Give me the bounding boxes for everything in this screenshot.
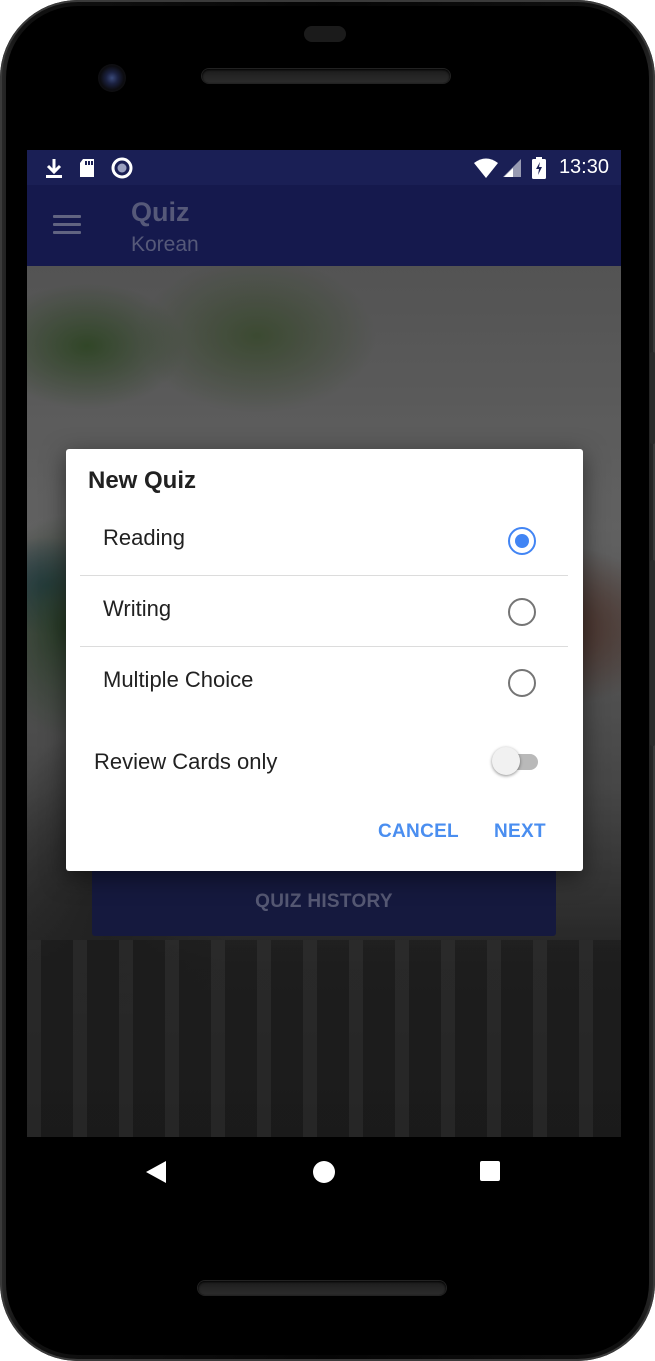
review-cards-label: Review Cards only <box>94 749 278 774</box>
switch-thumb <box>492 747 520 775</box>
download-icon <box>46 159 62 178</box>
option-label: Reading <box>103 525 185 550</box>
option-writing[interactable]: Writing <box>80 576 568 646</box>
status-bar: 13:30 <box>27 150 621 185</box>
top-speaker <box>202 69 450 83</box>
signal-icon <box>503 159 521 177</box>
option-reading[interactable]: Reading <box>80 505 568 575</box>
home-icon[interactable] <box>313 1161 335 1183</box>
cancel-button[interactable]: CANCEL <box>378 821 459 843</box>
bottom-speaker <box>198 1281 446 1295</box>
power-button <box>650 560 655 746</box>
radio-selected-icon[interactable] <box>508 527 536 555</box>
recents-icon[interactable] <box>480 1161 500 1181</box>
sd-card-icon <box>80 159 94 177</box>
radio-unselected-icon[interactable] <box>508 598 536 626</box>
phone-frame: QUIZ HISTORY Quiz Korean 13:30 New Quiz … <box>0 0 655 1361</box>
navigation-bar <box>0 1137 655 1207</box>
option-label: Writing <box>103 596 172 621</box>
next-button[interactable]: NEXT <box>494 821 546 843</box>
option-label: Multiple Choice <box>103 667 254 692</box>
front-camera <box>98 64 126 92</box>
wifi-icon <box>474 158 498 178</box>
new-quiz-dialog: New Quiz Reading Writing Multiple Choice… <box>66 449 583 871</box>
earpiece-top <box>304 26 346 42</box>
review-cards-switch[interactable] <box>492 747 540 777</box>
status-time: 13:30 <box>558 156 609 178</box>
dialog-title: New Quiz <box>88 467 197 494</box>
back-icon[interactable] <box>146 1161 166 1183</box>
volume-button <box>650 352 655 444</box>
record-icon <box>111 157 133 179</box>
option-multiple-choice[interactable]: Multiple Choice <box>80 647 568 717</box>
battery-charging-icon <box>532 157 546 179</box>
radio-unselected-icon[interactable] <box>508 669 536 697</box>
